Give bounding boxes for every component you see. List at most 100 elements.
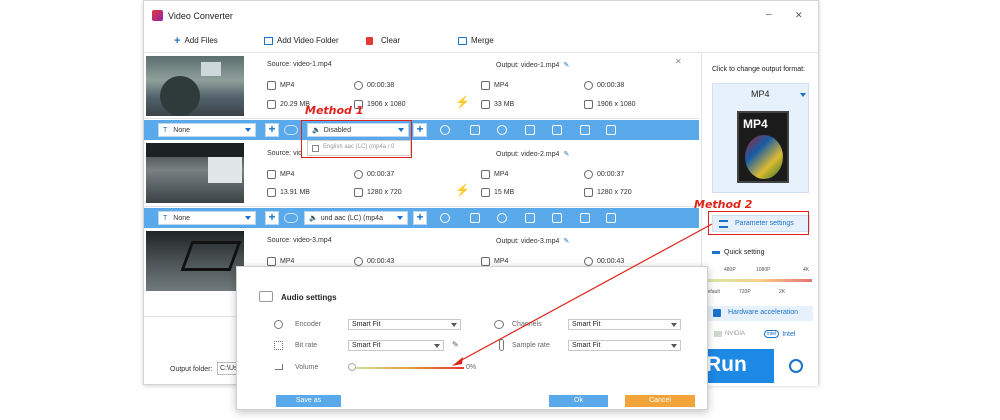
crop-icon[interactable] <box>525 125 535 135</box>
clear-button[interactable]: Clear <box>366 36 400 45</box>
intel-logo-icon: intel <box>764 330 780 338</box>
add-subtitle-button[interactable]: + <box>265 123 279 137</box>
hardware-acceleration-button[interactable]: Hardware acceleration <box>708 306 813 321</box>
output-name-text: Output: video-1.mp4 <box>496 61 560 69</box>
hardware-acceleration-label: Hardware acceleration <box>728 309 799 316</box>
cancel-button[interactable]: Cancel <box>625 395 695 407</box>
cut-icon[interactable] <box>470 125 480 135</box>
quick-setting-icon <box>712 251 720 254</box>
effects-icon[interactable] <box>552 213 562 223</box>
bitrate-label: Bit rate <box>295 342 318 349</box>
quality-480p: 480P <box>724 267 736 273</box>
click-change-format-text: Click to change output format: <box>712 66 805 73</box>
samplerate-label: Sample rate <box>512 342 550 349</box>
output-name-text: Output: video-3.mp4 <box>496 237 560 245</box>
link-icon[interactable] <box>284 125 298 135</box>
subtitle-value: None <box>173 126 191 134</box>
add-audio-button[interactable]: + <box>413 211 427 225</box>
subtitle-select[interactable]: T None <box>158 211 256 225</box>
add-folder-label: Add Video Folder <box>277 36 339 45</box>
watermark-icon[interactable] <box>580 213 590 223</box>
minimize-button[interactable]: – <box>766 9 772 20</box>
output-resolution: 1906 x 1080 <box>597 101 636 108</box>
toolbar: + Add Files Add Video Folder Clear Merge <box>144 31 818 53</box>
folder-icon <box>267 100 276 109</box>
close-button[interactable]: ✕ <box>795 10 803 21</box>
edit-icon[interactable]: ✎ <box>563 61 569 69</box>
method1-label: Method 1 <box>305 104 364 117</box>
output-format: MP4 <box>494 82 509 89</box>
crop-icon[interactable] <box>525 213 535 223</box>
edit-icon[interactable]: ✎ <box>563 237 569 245</box>
encoder-label: Encoder <box>295 321 322 328</box>
bitrate-select[interactable]: Smart Fit <box>348 340 444 351</box>
channels-select[interactable]: Smart Fit <box>568 319 681 330</box>
info-icon[interactable] <box>440 125 450 135</box>
output-resolution: 1280 x 720 <box>597 189 632 196</box>
intel-label: Intel <box>782 330 796 338</box>
source-format: MP4 <box>280 258 295 265</box>
info-icon[interactable] <box>440 213 450 223</box>
title-bar: Video Converter – ✕ <box>144 1 818 31</box>
source-duration: 00:00:37 <box>367 171 395 178</box>
link-icon[interactable] <box>284 213 298 223</box>
merge-button[interactable]: Merge <box>458 36 494 45</box>
add-folder-button[interactable]: Add Video Folder <box>264 36 339 45</box>
format-selector[interactable]: MP4 MP4 <box>712 83 809 193</box>
folder-icon <box>481 100 490 109</box>
add-files-button[interactable]: + Add Files <box>174 35 218 46</box>
volume-slider-handle[interactable] <box>348 363 356 371</box>
subtitle-edit-icon[interactable] <box>606 125 616 135</box>
output-duration: 00:00:37 <box>597 171 625 178</box>
rotate-icon[interactable] <box>497 213 507 223</box>
encoder-value: Smart Fit <box>352 321 381 328</box>
encoder-select[interactable]: Smart Fit <box>348 319 461 330</box>
quality-slider[interactable] <box>708 279 812 282</box>
add-files-label: Add Files <box>184 36 218 45</box>
lightning-icon: ⚡ <box>455 95 470 109</box>
pencil-icon[interactable]: ✎ <box>452 340 459 349</box>
method2-highlight-box <box>708 211 809 235</box>
intel-option[interactable]: intel Intel <box>764 330 795 338</box>
source-name: Source: video-1.mp4 <box>267 61 332 68</box>
rotate-icon[interactable] <box>497 125 507 135</box>
method1-highlight-box <box>301 120 412 158</box>
effects-icon[interactable] <box>552 125 562 135</box>
output-size: 15 MB <box>494 189 515 196</box>
window-title: Video Converter <box>168 11 233 21</box>
quality-720p: 720P <box>739 289 751 295</box>
samplerate-icon <box>499 339 504 351</box>
source-resolution: 1280 x 720 <box>367 189 402 196</box>
source-resolution: 1906 x 1080 <box>367 101 406 108</box>
bitrate-icon <box>274 341 283 350</box>
volume-slider[interactable] <box>352 367 464 369</box>
add-audio-button[interactable]: + <box>413 123 427 137</box>
cut-icon[interactable] <box>470 213 480 223</box>
format-icon <box>267 81 276 90</box>
nvidia-option[interactable]: NVIDIA <box>714 331 745 337</box>
watermark-icon[interactable] <box>580 125 590 135</box>
output-duration: 00:00:43 <box>597 258 625 265</box>
alarm-clock-icon[interactable] <box>789 359 803 373</box>
subtitle-edit-icon[interactable] <box>606 213 616 223</box>
ok-button[interactable]: Ok <box>549 395 608 407</box>
edit-icon[interactable]: ✎ <box>563 150 569 158</box>
add-subtitle-button[interactable]: + <box>265 211 279 225</box>
audio-track-select[interactable]: 🔈 und aac (LC) (mp4a <box>304 211 408 225</box>
channels-icon <box>494 320 504 329</box>
video-thumbnail <box>146 231 244 291</box>
remove-file-icon[interactable]: ✕ <box>675 57 682 66</box>
quality-4k: 4K <box>803 267 810 273</box>
samplerate-select[interactable]: Smart Fit <box>568 340 681 351</box>
run-button[interactable]: Run <box>702 349 774 383</box>
source-name: Source: vid <box>267 150 303 157</box>
edit-bar-2: T None + 🔈 und aac (LC) (mp4a + <box>144 208 699 228</box>
resolution-icon <box>584 188 593 197</box>
source-format: MP4 <box>280 171 295 178</box>
save-as-button[interactable]: Save as <box>276 395 341 407</box>
subtitle-select[interactable]: T None <box>158 123 256 137</box>
clock-icon <box>354 81 363 90</box>
method2-label: Method 2 <box>694 198 753 211</box>
volume-icon <box>275 364 283 370</box>
encoder-icon <box>274 320 283 329</box>
